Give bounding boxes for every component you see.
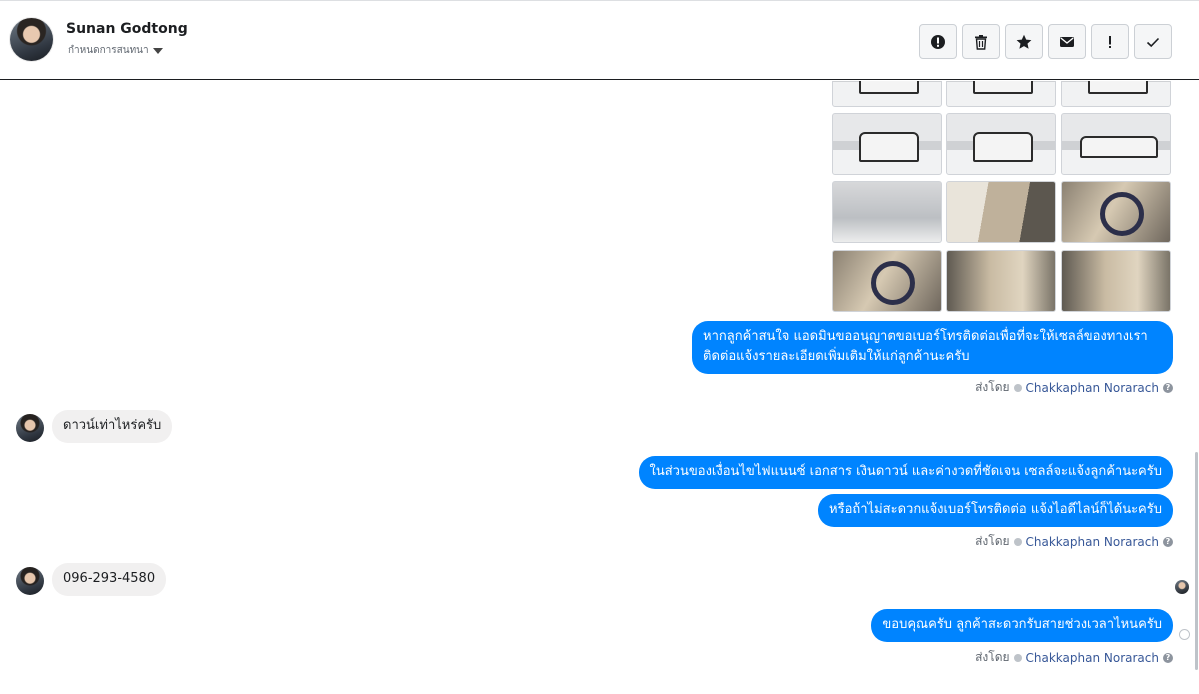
read-receipt-avatar (1175, 580, 1189, 594)
outgoing-message[interactable]: ในส่วนของเงื่อนไขไฟแนนซ์ เอกสาร เงินดาวน… (638, 456, 1173, 489)
message-thread[interactable]: หากลูกค้าสนใจ แอดมินขออนุญาตขอเบอร์โทรติ… (0, 81, 1199, 694)
verified-icon (1013, 537, 1022, 546)
agent-name-link[interactable]: Chakkaphan Norarach (1026, 381, 1159, 395)
photo-thumbnail[interactable] (832, 113, 942, 175)
outgoing-message[interactable]: ขอบคุณครับ ลูกค้าสะดวกรับสายช่วงเวลาไหนค… (871, 609, 1173, 642)
assign-conversation-label: กำหนดการสนทนา (68, 45, 149, 56)
photo-thumbnail[interactable] (832, 250, 942, 312)
outgoing-message[interactable]: หรือถ้าไม่สะดวกแจ้งเบอร์โทรติดต่อ แจ้งไอ… (818, 494, 1173, 527)
sent-by-info: ส่งโดย Chakkaphan Norarach ? (975, 648, 1173, 667)
photo-thumbnail[interactable] (1061, 113, 1171, 175)
exclamation-icon (1109, 35, 1111, 48)
conversation-header: Sunan Godtong กำหนดการสนทนา (0, 0, 1199, 80)
photo-thumbnail[interactable] (832, 81, 942, 107)
conversation-toolbar (919, 24, 1172, 59)
incoming-message[interactable]: ดาวน์เท่าไหร่ครับ (52, 410, 173, 443)
photo-thumbnail[interactable] (946, 113, 1056, 175)
star-button[interactable] (1005, 24, 1043, 59)
mark-done-button[interactable] (1134, 24, 1172, 59)
sent-by-prefix: ส่งโดย (975, 534, 1010, 548)
contact-avatar[interactable] (10, 18, 53, 61)
contact-name[interactable]: Sunan Godtong (66, 21, 188, 37)
photo-thumbnail[interactable] (832, 181, 942, 243)
sent-by-info: ส่งโดย Chakkaphan Norarach ? (975, 532, 1173, 551)
agent-name-link[interactable]: Chakkaphan Norarach (1026, 651, 1159, 665)
photo-thumbnail[interactable] (946, 250, 1056, 312)
photo-attachment-grid (832, 81, 1172, 313)
verified-icon (1013, 383, 1022, 392)
assign-conversation-dropdown[interactable]: กำหนดการสนทนา (68, 43, 163, 58)
outgoing-message[interactable]: หากลูกค้าสนใจ แอดมินขออนุญาตขอเบอร์โทรติ… (692, 321, 1173, 374)
help-icon[interactable]: ? (1163, 382, 1173, 393)
incoming-message[interactable]: 096-293-4580 (52, 563, 167, 596)
sent-by-prefix: ส่งโดย (975, 650, 1010, 664)
sent-by-prefix: ส่งโดย (975, 380, 1010, 394)
contact-avatar-small[interactable] (16, 414, 44, 442)
envelope-icon (1060, 36, 1074, 47)
photo-thumbnail[interactable] (1061, 181, 1171, 243)
sent-by-info: ส่งโดย Chakkaphan Norarach ? (975, 378, 1173, 397)
mark-unread-button[interactable] (1048, 24, 1086, 59)
thread-scrollbar[interactable] (1195, 452, 1198, 670)
trash-icon (975, 34, 987, 50)
help-icon[interactable]: ? (1163, 652, 1173, 663)
delivered-icon (1179, 629, 1190, 640)
photo-thumbnail[interactable] (1061, 250, 1171, 312)
mark-spam-button[interactable] (919, 24, 957, 59)
verified-icon (1013, 653, 1022, 662)
photo-thumbnail[interactable] (946, 181, 1056, 243)
contact-avatar-small[interactable] (16, 567, 44, 595)
photo-thumbnail[interactable] (946, 81, 1056, 107)
caret-down-icon (152, 47, 163, 54)
follow-up-button[interactable] (1091, 24, 1129, 59)
check-icon (1146, 37, 1160, 47)
alert-circle-icon (931, 34, 945, 49)
help-icon[interactable]: ? (1163, 536, 1173, 547)
star-icon (1016, 34, 1032, 49)
delete-button[interactable] (962, 24, 1000, 59)
photo-thumbnail[interactable] (1061, 81, 1171, 107)
agent-name-link[interactable]: Chakkaphan Norarach (1026, 535, 1159, 549)
